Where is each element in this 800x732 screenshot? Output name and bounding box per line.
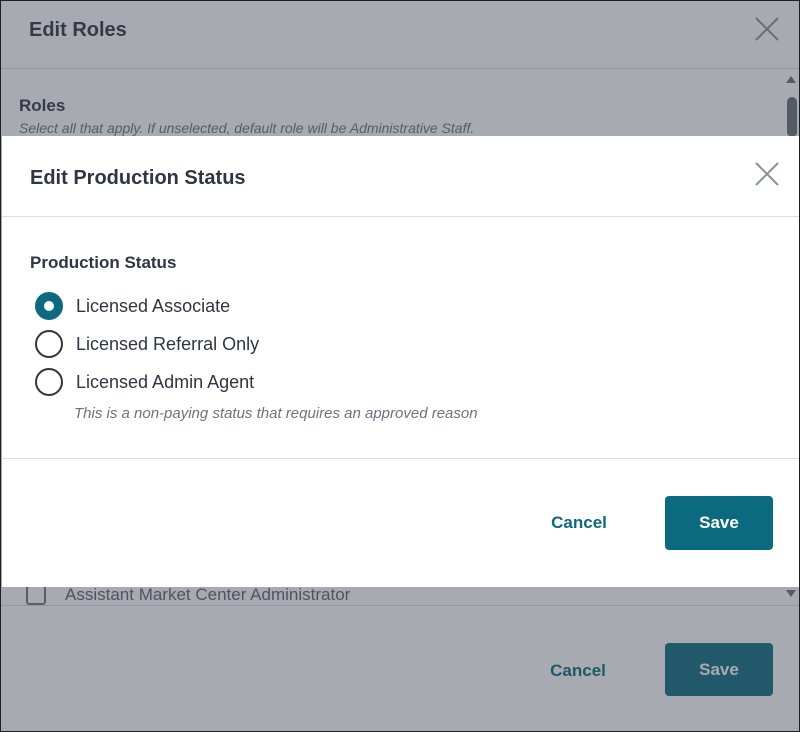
radio-option-licensed-admin-agent[interactable]: Licensed Admin Agent — [35, 368, 435, 396]
modal-title: Edit Production Status — [30, 167, 246, 189]
radio-label: Licensed Associate — [76, 295, 231, 316]
radio-option-licensed-associate[interactable]: Licensed Associate — [35, 292, 435, 320]
save-button[interactable]: Save — [665, 496, 773, 550]
radio-label: Licensed Referral Only — [76, 333, 260, 354]
close-icon[interactable] — [754, 161, 780, 187]
radio-unselected-icon[interactable] — [35, 330, 63, 358]
radio-selected-icon[interactable] — [35, 292, 63, 320]
modal-footer-divider — [2, 458, 799, 459]
radio-unselected-icon[interactable] — [35, 368, 63, 396]
cancel-button[interactable]: Cancel — [529, 498, 629, 548]
edit-production-status-modal: Edit Production Status Production Status… — [2, 136, 799, 587]
production-status-label: Production Status — [30, 253, 177, 272]
radio-label: Licensed Admin Agent — [76, 371, 255, 392]
admin-agent-help-text: This is a non-paying status that require… — [74, 405, 478, 422]
radio-option-licensed-referral-only[interactable]: Licensed Referral Only — [35, 330, 435, 358]
modal-header: Edit Production Status — [2, 136, 799, 217]
app-frame: Edit Roles Roles Select all that apply. … — [0, 0, 800, 732]
